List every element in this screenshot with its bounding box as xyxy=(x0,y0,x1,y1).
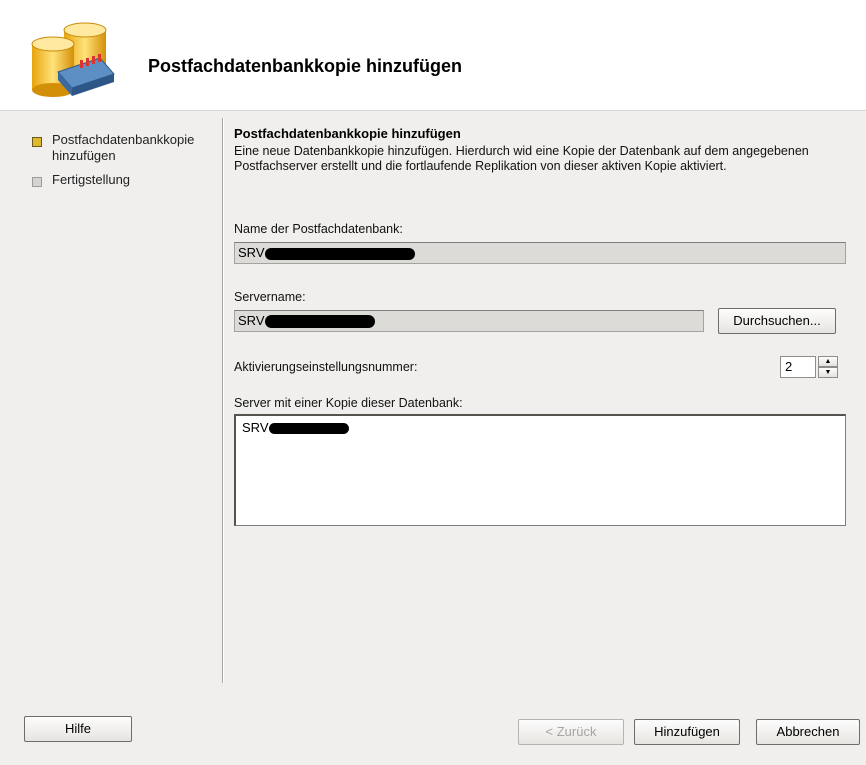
activation-number-label: Aktivierungseinstellungsnummer: xyxy=(234,360,418,374)
vertical-divider-highlight xyxy=(223,118,224,683)
server-name-field[interactable]: SRV xyxy=(234,310,704,332)
spin-up-icon[interactable]: ▲ xyxy=(818,356,838,367)
step-label: Postfachdatenbankkopie hinzufügen xyxy=(52,132,195,163)
redacted-mark xyxy=(264,247,415,260)
spin-down-icon[interactable]: ▼ xyxy=(818,367,838,378)
db-name-value: SRV xyxy=(238,245,265,260)
copies-list-label: Server mit einer Kopie dieser Datenbank: xyxy=(234,396,463,410)
header-divider xyxy=(0,110,866,111)
wizard-header: Postfachdatenbankkopie hinzufügen xyxy=(0,0,866,110)
server-name-label: Servername: xyxy=(234,290,306,304)
step-add-copy[interactable]: Postfachdatenbankkopie hinzufügen xyxy=(28,132,213,164)
db-name-label: Name der Postfachdatenbank: xyxy=(234,222,403,236)
step-label: Fertigstellung xyxy=(52,172,131,187)
add-button[interactable]: Hinzufügen xyxy=(634,719,740,745)
activation-number-input[interactable]: 2 xyxy=(780,356,816,378)
wizard-title: Postfachdatenbankkopie hinzufügen xyxy=(148,56,463,76)
cancel-button[interactable]: Abbrechen xyxy=(756,719,860,745)
section-title: Postfachdatenbankkopie hinzufügen xyxy=(234,126,461,141)
step-completion[interactable]: Fertigstellung xyxy=(28,172,213,188)
stepper-buttons: ▲ ▼ xyxy=(818,356,838,378)
pending-step-icon xyxy=(32,177,42,187)
copies-listbox[interactable]: SRV xyxy=(234,414,846,526)
browse-button[interactable]: Durchsuchen... xyxy=(718,308,836,334)
wizard-steps: Postfachdatenbankkopie hinzufügen Fertig… xyxy=(28,132,213,196)
server-name-value: SRV xyxy=(238,313,265,328)
activation-number-stepper[interactable]: 2 ▲ ▼ xyxy=(780,356,838,378)
db-name-field: SRV xyxy=(234,242,846,264)
back-button[interactable]: < Zurück xyxy=(518,719,624,745)
redacted-mark xyxy=(268,423,349,435)
section-description: Eine neue Datenbankkopie hinzufügen. Hie… xyxy=(234,144,809,173)
redacted-mark xyxy=(264,315,375,329)
active-step-icon xyxy=(32,137,42,147)
database-icon xyxy=(31,22,115,97)
help-button[interactable]: Hilfe xyxy=(24,716,132,742)
list-item[interactable]: SRV xyxy=(242,420,349,435)
